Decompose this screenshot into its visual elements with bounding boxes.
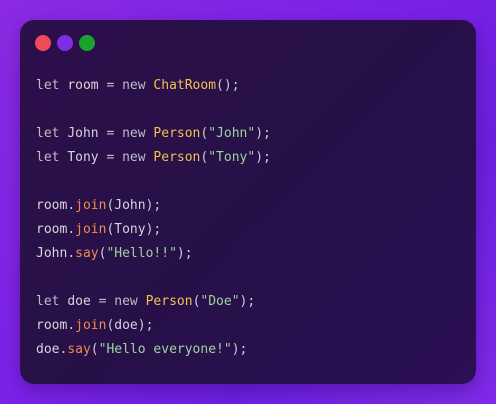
code-token-id: room bbox=[36, 198, 68, 213]
code-token-kw: let bbox=[36, 126, 60, 141]
minimize-button[interactable] bbox=[57, 35, 73, 51]
code-token-fn: join bbox=[75, 318, 107, 333]
code-token-kw: let bbox=[36, 294, 60, 309]
code-token-punc: ( bbox=[90, 342, 99, 357]
code-token-kw: new bbox=[122, 126, 146, 141]
code-token-cls: ChatRoom bbox=[153, 78, 217, 93]
code-token-cls: Person bbox=[153, 150, 201, 165]
code-token-punc: (); bbox=[216, 78, 240, 93]
code-token-id: doe bbox=[36, 342, 60, 357]
code-token-id: room bbox=[36, 222, 68, 237]
window-controls bbox=[35, 35, 95, 51]
code-token-str: "John" bbox=[208, 126, 256, 141]
code-token-str: "Tony" bbox=[208, 150, 256, 165]
code-token-str: "Hello!!" bbox=[106, 246, 177, 261]
code-line: let John = new Person("John"); bbox=[36, 122, 271, 146]
code-token-punc: ); bbox=[239, 294, 256, 309]
code-token-str: "Doe" bbox=[200, 294, 240, 309]
code-block: let room = new ChatRoom(); let John = new… bbox=[36, 74, 271, 362]
code-token-fn: say bbox=[75, 246, 99, 261]
code-line: let Tony = new Person("Tony"); bbox=[36, 146, 271, 170]
code-line: room.join(doe); bbox=[36, 314, 271, 338]
code-line: let doe = new Person("Doe"); bbox=[36, 290, 271, 314]
code-token-kw: new bbox=[122, 150, 146, 165]
code-token-id: doe bbox=[67, 294, 91, 309]
code-line: doe.say("Hello everyone!"); bbox=[36, 338, 271, 362]
maximize-button[interactable] bbox=[79, 35, 95, 51]
code-token-punc: ); bbox=[176, 246, 193, 261]
code-token-punc: ); bbox=[145, 198, 162, 213]
code-line: room.join(John); bbox=[36, 194, 271, 218]
code-token-punc: . bbox=[67, 198, 76, 213]
code-token-punc: ); bbox=[255, 126, 271, 141]
code-token-punc: ); bbox=[255, 150, 271, 165]
code-token-id: John bbox=[36, 246, 68, 261]
code-token-punc: ); bbox=[231, 342, 248, 357]
code-token-id: room bbox=[67, 78, 99, 93]
code-token-fn: say bbox=[67, 342, 91, 357]
code-token-str: "Hello everyone!" bbox=[98, 342, 232, 357]
code-token-punc: ); bbox=[137, 318, 154, 333]
code-token-id: Tony bbox=[67, 150, 99, 165]
code-token-cls: Person bbox=[153, 126, 201, 141]
code-token-cls: Person bbox=[145, 294, 193, 309]
code-line: John.say("Hello!!"); bbox=[36, 242, 271, 266]
code-line: let room = new ChatRoom(); bbox=[36, 74, 271, 98]
code-token-kw: new bbox=[122, 78, 146, 93]
code-line: room.join(Tony); bbox=[36, 218, 271, 242]
code-window: let room = new ChatRoom(); let John = new… bbox=[20, 20, 476, 384]
code-token-punc: . bbox=[67, 318, 76, 333]
code-token-id: John bbox=[114, 198, 146, 213]
code-token-fn: join bbox=[75, 222, 107, 237]
code-token-kw: new bbox=[114, 294, 138, 309]
code-token-kw: let bbox=[36, 150, 60, 165]
code-token-punc: ); bbox=[145, 222, 162, 237]
close-button[interactable] bbox=[35, 35, 51, 51]
code-token-punc: . bbox=[67, 222, 76, 237]
code-token-id: doe bbox=[114, 318, 138, 333]
code-token-fn: join bbox=[75, 198, 107, 213]
code-token-punc: . bbox=[67, 246, 76, 261]
code-token-id: John bbox=[67, 126, 99, 141]
code-token-kw: let bbox=[36, 78, 60, 93]
code-token-id: room bbox=[36, 318, 68, 333]
code-token-id: Tony bbox=[114, 222, 146, 237]
